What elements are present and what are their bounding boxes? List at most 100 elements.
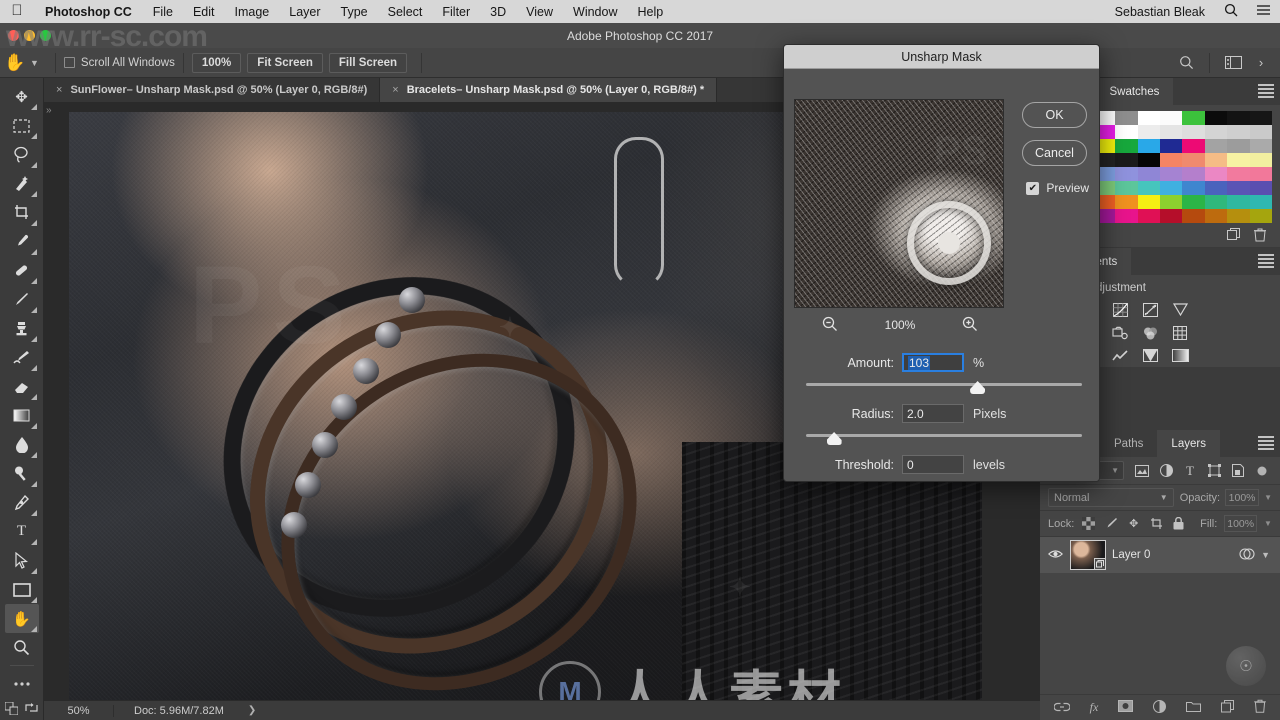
zoom-out-icon[interactable]: [822, 316, 838, 335]
panel-menu-icon[interactable]: [1258, 254, 1274, 268]
rectangular-marquee-tool[interactable]: [5, 111, 39, 140]
swatch-cell[interactable]: [1115, 209, 1138, 223]
tab-layers[interactable]: Layers: [1157, 430, 1220, 457]
fit-screen-button[interactable]: Fit Screen: [247, 52, 323, 73]
swatch-cell[interactable]: [1227, 167, 1250, 181]
chevron-right-icon[interactable]: ›: [1248, 52, 1274, 74]
swatch-cell[interactable]: [1159, 209, 1183, 223]
opacity-value[interactable]: 100%: [1225, 489, 1260, 506]
swatch-cell[interactable]: [1137, 167, 1160, 181]
window-controls[interactable]: [8, 30, 51, 41]
swatch-cell[interactable]: [1137, 125, 1160, 139]
menu-item-select[interactable]: Select: [378, 5, 433, 19]
scroll-all-windows-checkbox[interactable]: Scroll All Windows: [63, 57, 175, 69]
eyedropper-tool[interactable]: [5, 227, 39, 256]
slider-track[interactable]: [806, 383, 1082, 386]
clone-stamp-tool[interactable]: [5, 314, 39, 343]
zoom-level-field[interactable]: 50%: [44, 704, 114, 717]
type-tool[interactable]: T: [5, 517, 39, 546]
swatch-cell[interactable]: [1182, 139, 1205, 153]
chevron-down-icon[interactable]: ▼: [1261, 550, 1274, 560]
vibrance-icon[interactable]: [1170, 300, 1190, 319]
lock-artboard-icon[interactable]: [1148, 516, 1163, 532]
swatch-cell[interactable]: [1249, 139, 1272, 153]
menu-item-layer[interactable]: Layer: [279, 5, 330, 19]
quick-selection-tool[interactable]: [5, 169, 39, 198]
menu-item-image[interactable]: Image: [225, 5, 280, 19]
amount-slider[interactable]: [806, 381, 1082, 395]
new-group-icon[interactable]: [1186, 700, 1202, 715]
swatch-cell[interactable]: [1182, 153, 1205, 167]
dodge-tool[interactable]: [5, 459, 39, 488]
shape-filter-icon[interactable]: [1202, 460, 1226, 482]
rectangle-tool[interactable]: [5, 575, 39, 604]
close-window-button[interactable]: [8, 30, 19, 41]
zoom-tool[interactable]: [5, 633, 39, 662]
channel-mixer-icon[interactable]: [1170, 323, 1190, 342]
swatch-cell[interactable]: [1227, 153, 1250, 167]
swatch-cell[interactable]: [1137, 209, 1160, 223]
edit-toolbar-button[interactable]: [5, 669, 39, 698]
move-tool[interactable]: ✥: [5, 82, 39, 111]
menu-item-filter[interactable]: Filter: [432, 5, 480, 19]
swatch-cell[interactable]: [1159, 153, 1183, 167]
zoom-in-icon[interactable]: [962, 316, 978, 335]
chevron-down-icon[interactable]: ▼: [1264, 519, 1272, 528]
swatch-cell[interactable]: [1182, 125, 1205, 139]
swatch-cell[interactable]: [1204, 195, 1228, 209]
chevron-down-icon[interactable]: ▼: [30, 58, 47, 68]
new-adjustment-layer-icon[interactable]: [1153, 699, 1167, 716]
swatch-cell[interactable]: [1137, 153, 1160, 167]
swatch-cell[interactable]: [1182, 181, 1205, 195]
lock-image-pixels-icon[interactable]: [1104, 516, 1119, 532]
menu-app-name[interactable]: Photoshop CC: [34, 5, 143, 19]
swatch-cell[interactable]: [1137, 181, 1160, 195]
type-filter-icon[interactable]: T: [1178, 460, 1202, 482]
maximize-window-button[interactable]: [40, 30, 51, 41]
threshold-input[interactable]: 0: [902, 455, 964, 474]
panel-menu-icon[interactable]: [1258, 84, 1274, 98]
swatch-cell[interactable]: [1159, 195, 1183, 209]
fill-value[interactable]: 100%: [1224, 515, 1258, 532]
swatch-cell[interactable]: [1115, 153, 1138, 167]
checkbox-checked-icon[interactable]: ✔: [1026, 181, 1040, 195]
navigator-ball-icon[interactable]: ☉: [1226, 646, 1266, 686]
swatch-cell[interactable]: [1227, 139, 1250, 153]
swatch-cell[interactable]: [1182, 167, 1205, 181]
lock-transparent-pixels-icon[interactable]: [1081, 516, 1096, 532]
amount-input[interactable]: 103: [902, 353, 964, 372]
swatch-cell[interactable]: [1182, 111, 1205, 125]
menu-item-view[interactable]: View: [516, 5, 563, 19]
swatch-cell[interactable]: [1115, 125, 1138, 139]
close-icon[interactable]: ×: [56, 84, 62, 96]
swatch-cell[interactable]: [1227, 181, 1250, 195]
gradient-map-icon[interactable]: [1170, 346, 1190, 365]
swatch-cell[interactable]: [1227, 195, 1250, 209]
swatch-cell[interactable]: [1249, 195, 1272, 209]
swatch-cell[interactable]: [1159, 111, 1183, 125]
ok-button[interactable]: OK: [1022, 102, 1087, 128]
menu-user-name[interactable]: Sebastian Bleak: [1105, 5, 1215, 19]
dialog-preview-image[interactable]: [794, 99, 1004, 308]
document-tab-sunflower[interactable]: × SunFlower– Unsharp Mask.psd @ 50% (Lay…: [44, 78, 381, 102]
swatch-cell[interactable]: [1204, 125, 1228, 139]
swatch-cell[interactable]: [1249, 209, 1272, 223]
swatch-cell[interactable]: [1115, 167, 1138, 181]
swatch-cell[interactable]: [1204, 139, 1228, 153]
chevron-down-icon[interactable]: ▼: [1160, 493, 1168, 502]
lock-position-icon[interactable]: ✥: [1126, 516, 1141, 532]
blur-tool[interactable]: [5, 430, 39, 459]
minimize-window-button[interactable]: [24, 30, 35, 41]
delete-layer-icon[interactable]: [1254, 699, 1267, 716]
swatch-cell[interactable]: [1204, 181, 1228, 195]
swatch-cell[interactable]: [1137, 111, 1160, 125]
delete-swatch-icon[interactable]: [1254, 228, 1266, 245]
swatch-cell[interactable]: [1227, 209, 1250, 223]
menu-item-3d[interactable]: 3D: [480, 5, 516, 19]
swatch-cell[interactable]: [1159, 125, 1183, 139]
hand-tool-icon[interactable]: ✋: [0, 53, 30, 73]
swatch-cell[interactable]: [1249, 153, 1272, 167]
crop-tool[interactable]: [5, 198, 39, 227]
swatch-cell[interactable]: [1249, 111, 1272, 125]
preview-checkbox[interactable]: ✔ Preview: [1026, 181, 1089, 195]
